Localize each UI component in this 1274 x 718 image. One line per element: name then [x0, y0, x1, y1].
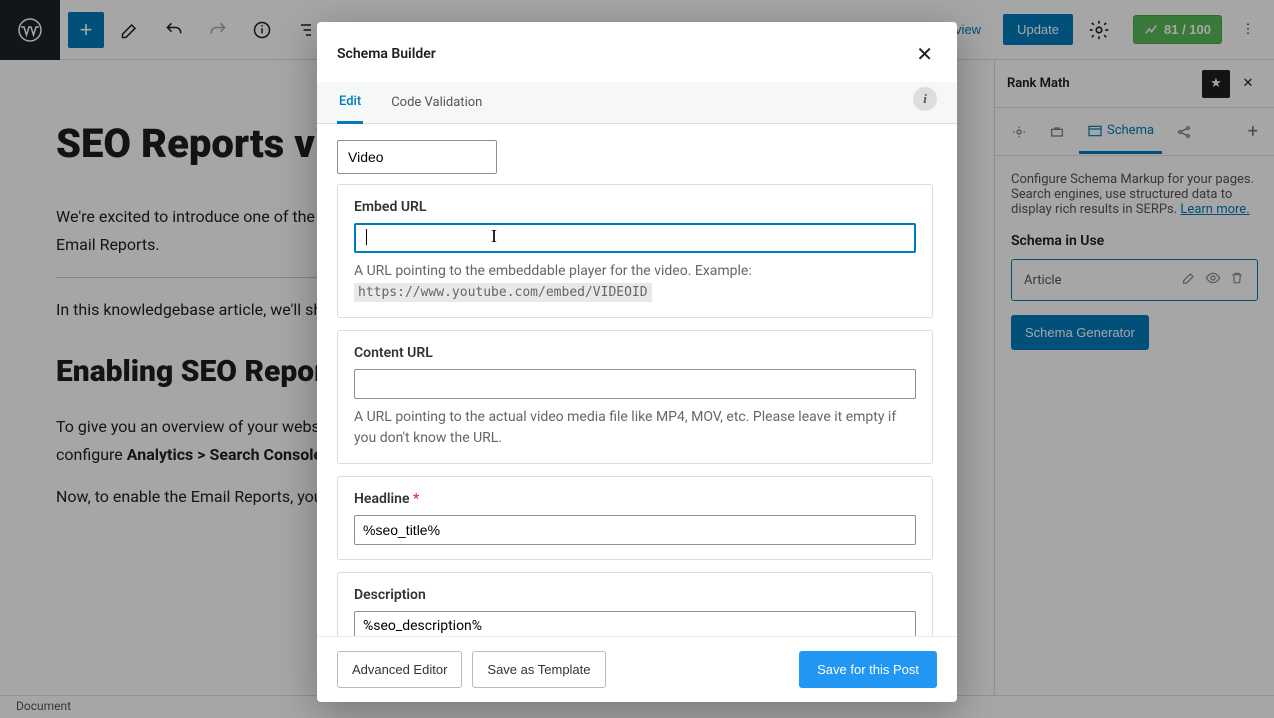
modal-title: Schema Builder: [337, 46, 436, 62]
headline-label: Headline *: [354, 491, 916, 507]
field-embed-url: Embed URL I A URL pointing to the embedd…: [337, 184, 933, 318]
content-url-input[interactable]: [354, 369, 916, 399]
required-asterisk: *: [413, 491, 419, 507]
modal-overlay[interactable]: Schema Builder ✕ Edit Code Validation i …: [0, 0, 1274, 718]
headline-input[interactable]: [354, 515, 916, 545]
field-content-url: Content URL A URL pointing to the actual…: [337, 330, 933, 464]
embed-url-help: A URL pointing to the embeddable player …: [354, 261, 916, 303]
description-textarea[interactable]: [354, 611, 916, 636]
text-caret: [366, 229, 367, 245]
field-description: Description: [337, 572, 933, 636]
content-url-label: Content URL: [354, 345, 916, 361]
content-url-help: A URL pointing to the actual video media…: [354, 407, 916, 449]
modal-footer: Advanced Editor Save as Template Save fo…: [317, 636, 957, 702]
advanced-editor-button[interactable]: Advanced Editor: [337, 651, 462, 688]
tab-edit[interactable]: Edit: [337, 82, 363, 124]
embed-url-input[interactable]: [354, 223, 916, 253]
save-template-button[interactable]: Save as Template: [472, 651, 605, 688]
modal-info-button[interactable]: i: [913, 87, 937, 111]
description-label: Description: [354, 587, 916, 603]
info-icon: i: [923, 91, 927, 107]
close-icon: ✕: [916, 42, 933, 66]
field-headline: Headline *: [337, 476, 933, 560]
save-post-button[interactable]: Save for this Post: [799, 651, 937, 688]
modal-tabs: Edit Code Validation i: [317, 82, 957, 124]
modal-body[interactable]: Embed URL I A URL pointing to the embedd…: [317, 124, 957, 636]
tab-code-validation[interactable]: Code Validation: [389, 83, 484, 122]
modal-header: Schema Builder ✕: [317, 22, 957, 82]
schema-builder-modal: Schema Builder ✕ Edit Code Validation i …: [317, 22, 957, 702]
modal-close-button[interactable]: ✕: [912, 38, 937, 70]
schema-type-input[interactable]: [337, 140, 497, 174]
embed-url-label: Embed URL: [354, 199, 916, 215]
